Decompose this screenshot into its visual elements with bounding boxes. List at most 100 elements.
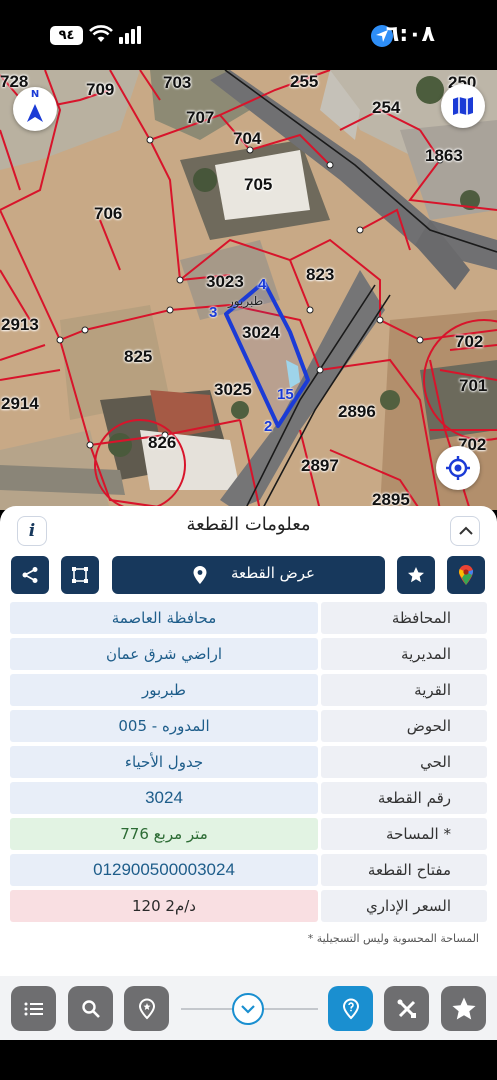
- area-footnote: * المساحة المحسوبة وليس التسجيلية: [307, 932, 479, 945]
- detail-value: اراضي شرق عمان: [10, 638, 318, 670]
- parcel-label: 701: [459, 376, 488, 395]
- detail-label: المديرية: [321, 638, 487, 670]
- detail-value: محافظة العاصمة: [10, 602, 318, 634]
- battery-icon: ٩٤: [50, 26, 83, 45]
- parcel-label: 2914: [1, 394, 39, 413]
- compass-button[interactable]: N: [13, 87, 57, 131]
- opacity-slider-knob[interactable]: [232, 993, 264, 1025]
- parcel-label: 702: [455, 332, 484, 351]
- chevron-down-icon: [241, 1005, 255, 1014]
- detail-row-village: طبربور القرية: [10, 674, 487, 706]
- detail-row-area: 776 متر مربع المساحة *: [10, 818, 487, 850]
- help-button[interactable]: [328, 986, 373, 1031]
- wifi-icon: [89, 25, 113, 42]
- detail-value: المدوره - 005: [10, 710, 318, 742]
- detail-value: 120 د/م2: [10, 890, 318, 922]
- detail-value: طبربور: [10, 674, 318, 706]
- detail-label: الحوض: [321, 710, 487, 742]
- detail-row-governorate: محافظة العاصمة المحافظة: [10, 602, 487, 634]
- detail-row-admin-price: 120 د/م2 السعر الإداري: [10, 890, 487, 922]
- tools-icon: [397, 999, 416, 1018]
- detail-row-neighborhood: جدول الأحياء الحي: [10, 746, 487, 778]
- view-parcel-label: عرض القطعة: [230, 564, 315, 582]
- vertex-label: 15: [277, 386, 294, 403]
- nearby-button[interactable]: [124, 986, 169, 1031]
- share-icon: [22, 567, 38, 583]
- signal-bars-icon: [119, 26, 141, 44]
- compass-north-label: N: [30, 89, 40, 100]
- star-icon: [451, 996, 476, 1020]
- parcel-label: 823: [306, 265, 335, 284]
- parcel-map[interactable]: 728 709 703 255 250 254 707 704 1863 705…: [0, 70, 497, 510]
- parcel-label: 2913: [1, 315, 39, 334]
- bottom-toolbar: [0, 976, 497, 1040]
- parcel-label: 1863: [425, 146, 463, 165]
- parcel-label: 704: [233, 129, 262, 148]
- location-pin-icon: [138, 997, 155, 1019]
- parcel-label: 3024: [242, 323, 280, 342]
- detail-value: 012900500003024: [10, 854, 318, 886]
- list-icon: [24, 1002, 43, 1015]
- detail-value: 3024: [10, 782, 318, 814]
- parcel-label: 2897: [301, 456, 339, 475]
- vertex-label: 3: [209, 304, 218, 321]
- polygon-select-icon: [72, 567, 88, 583]
- parcel-label: 826: [148, 433, 177, 452]
- detail-label: الحي: [321, 746, 487, 778]
- favorite-button[interactable]: [397, 556, 435, 594]
- polygon-button[interactable]: [61, 556, 99, 594]
- share-button[interactable]: [11, 556, 49, 594]
- tools-button[interactable]: [384, 986, 429, 1031]
- vertex-label: 2: [264, 418, 273, 435]
- detail-value: 776 متر مربع: [10, 818, 318, 850]
- map-layers-button[interactable]: [441, 84, 485, 128]
- detail-row-parcel-key: 012900500003024 مفتاح القطعة: [10, 854, 487, 886]
- list-button[interactable]: [11, 986, 56, 1031]
- google-maps-button[interactable]: [447, 556, 485, 594]
- detail-row-parcel-number: 3024 رقم القطعة: [10, 782, 487, 814]
- detail-label: السعر الإداري: [321, 890, 487, 922]
- detail-label: المحافظة: [321, 602, 487, 634]
- detail-row-directorate: اراضي شرق عمان المديرية: [10, 638, 487, 670]
- view-parcel-button[interactable]: عرض القطعة: [112, 556, 385, 594]
- chevron-up-icon: [459, 526, 473, 535]
- my-location-button[interactable]: [436, 446, 480, 490]
- search-icon: [81, 999, 100, 1018]
- detail-value: جدول الأحياء: [10, 746, 318, 778]
- collapse-button[interactable]: [450, 516, 480, 546]
- action-bar: عرض القطعة: [0, 556, 497, 596]
- parcel-label: 709: [86, 80, 115, 99]
- detail-label: مفتاح القطعة: [321, 854, 487, 886]
- star-icon: [408, 567, 424, 583]
- vertex-label: 4: [258, 276, 267, 293]
- parcel-label: 825: [124, 347, 153, 366]
- search-button[interactable]: [68, 986, 113, 1031]
- parcel-label: 3023: [206, 272, 244, 291]
- parcel-info-panel: i معلومات القطعة عرض القطعة محافظة العاص…: [0, 506, 497, 976]
- place-label: طبربور: [228, 294, 264, 308]
- map-layers-icon: [453, 97, 473, 115]
- parcel-label: 706: [94, 204, 123, 223]
- parcel-details: محافظة العاصمة المحافظة اراضي شرق عمان ا…: [10, 602, 487, 926]
- panel-header: i معلومات القطعة: [0, 506, 497, 550]
- parcel-label: 254: [372, 98, 401, 117]
- parcel-label: 705: [244, 175, 273, 194]
- parcel-label: 3025: [214, 380, 252, 399]
- google-maps-icon: [459, 565, 474, 585]
- parcel-label: 2896: [338, 402, 376, 421]
- detail-label: رقم القطعة: [321, 782, 487, 814]
- app-screen: ٩٤ ٦:٠٨ 728 709 703 255 250 254 707 704 …: [0, 0, 497, 1080]
- help-pin-icon: [342, 997, 359, 1019]
- parcel-label: 703: [163, 73, 192, 92]
- detail-label: القرية: [321, 674, 487, 706]
- my-location-icon: [446, 456, 470, 480]
- parcel-label: 255: [290, 72, 319, 91]
- home-indicator-area: [0, 1040, 497, 1080]
- favorites-button[interactable]: [441, 986, 486, 1031]
- status-bar: ٩٤ ٦:٠٨: [0, 0, 497, 70]
- compass-icon: [27, 104, 43, 122]
- status-time: ٦:٠٨: [385, 22, 435, 47]
- location-pin-icon: [193, 566, 207, 584]
- parcel-label: 707: [186, 108, 215, 127]
- detail-row-basin: المدوره - 005 الحوض: [10, 710, 487, 742]
